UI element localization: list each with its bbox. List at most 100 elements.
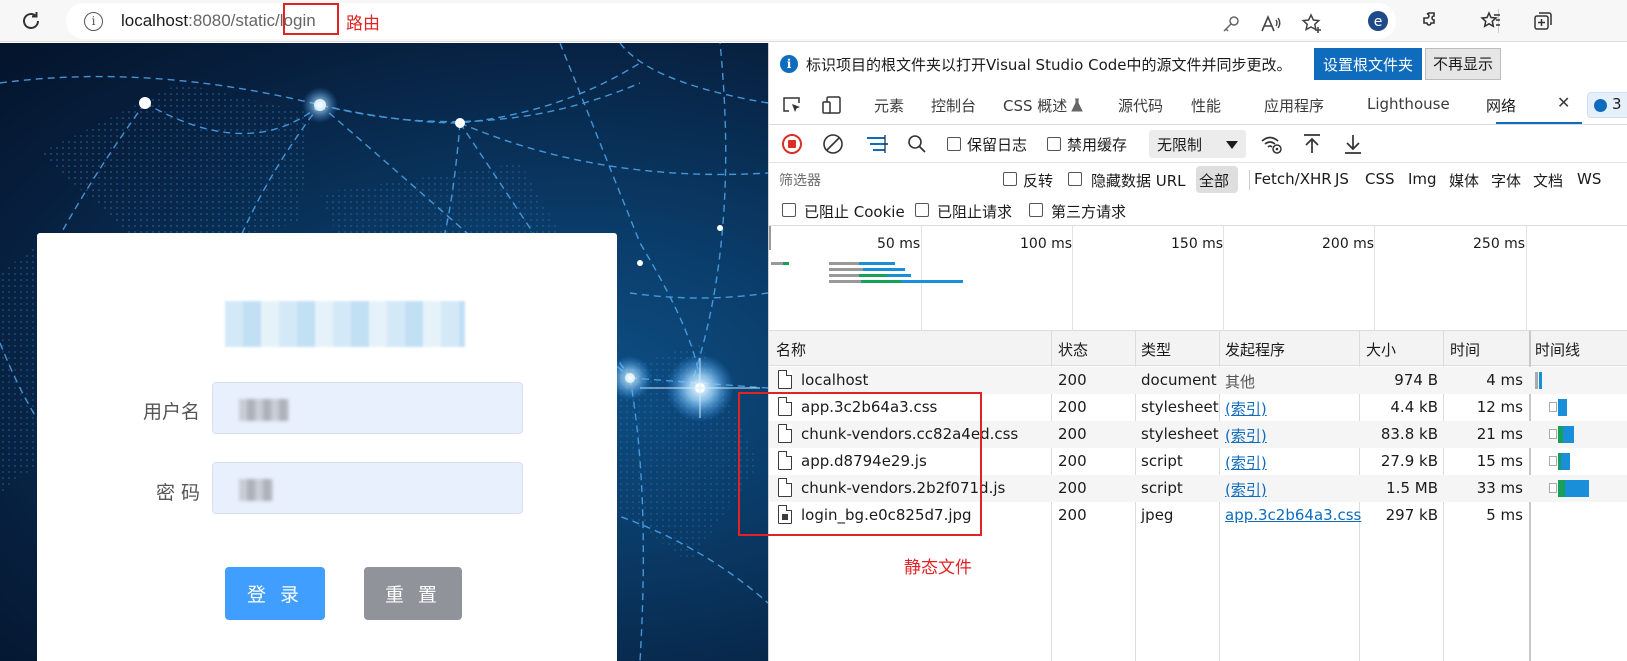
username-input[interactable] bbox=[212, 382, 523, 434]
site-info-icon[interactable]: i bbox=[84, 12, 103, 31]
browser-toolbar: i localhost:8080/static/login 路由 e bbox=[0, 0, 1627, 42]
column-status[interactable]: 状态 bbox=[1058, 339, 1088, 360]
column-waterfall[interactable]: 时间线 bbox=[1535, 339, 1580, 360]
login-card: 用户名 密 码 登 录 重 置 bbox=[37, 233, 617, 661]
globe-node bbox=[139, 97, 151, 109]
type-filter-ws[interactable]: WS bbox=[1577, 170, 1601, 188]
close-tab-icon[interactable]: ✕ bbox=[1557, 93, 1570, 112]
issues-badge[interactable]: 3 bbox=[1587, 92, 1627, 118]
devtools-tabbar: 元素 控制台 CSS 概述 源代码 性能 应用程序 Lighthouse 网络 … bbox=[769, 85, 1627, 125]
type-filter-fetch-xhr[interactable]: Fetch/XHR bbox=[1254, 170, 1332, 188]
filter-icon[interactable] bbox=[865, 133, 893, 155]
overview-tick: 200 ms bbox=[1322, 236, 1375, 252]
blurred-username-value bbox=[239, 399, 289, 421]
type-filter-js[interactable]: JS bbox=[1335, 170, 1349, 188]
type-filter-font[interactable]: 字体 bbox=[1491, 170, 1521, 191]
inspect-element-icon[interactable] bbox=[781, 94, 803, 116]
hide-data-urls-checkbox[interactable] bbox=[1068, 172, 1082, 186]
type-filter-css[interactable]: CSS bbox=[1365, 170, 1395, 188]
tab-elements[interactable]: 元素 bbox=[874, 95, 904, 116]
address-bar[interactable]: i localhost:8080/static/login bbox=[66, 3, 1396, 39]
export-har-icon[interactable] bbox=[1342, 132, 1364, 156]
tab-css-overview[interactable]: CSS 概述 bbox=[1003, 95, 1067, 116]
column-name[interactable]: 名称 bbox=[776, 339, 806, 360]
tab-performance[interactable]: 性能 bbox=[1191, 95, 1221, 116]
password-label: 密 码 bbox=[155, 482, 200, 504]
tab-console[interactable]: 控制台 bbox=[931, 95, 976, 116]
set-root-folder-button[interactable]: 设置根文件夹 bbox=[1314, 48, 1423, 80]
tab-sources[interactable]: 源代码 bbox=[1118, 95, 1163, 116]
globe-node bbox=[717, 225, 723, 231]
import-har-icon[interactable] bbox=[1301, 132, 1323, 156]
refresh-icon[interactable] bbox=[18, 8, 44, 34]
filter-bar: 筛选器 反转 隐藏数据 URL 全部 Fetch/XHR JS CSS Img … bbox=[769, 163, 1627, 196]
type-filter-media[interactable]: 媒体 bbox=[1449, 170, 1479, 191]
route-annotation: 路由 bbox=[346, 14, 380, 34]
filter-input[interactable]: 筛选器 bbox=[776, 167, 988, 191]
experiment-flask-icon bbox=[1071, 98, 1083, 112]
column-time[interactable]: 时间 bbox=[1450, 339, 1480, 360]
svg-text:e: e bbox=[1374, 14, 1383, 30]
throttling-select[interactable]: 无限制 bbox=[1149, 130, 1246, 158]
search-icon[interactable] bbox=[906, 133, 928, 155]
globe-node bbox=[455, 118, 465, 128]
overview-tick: 100 ms bbox=[1020, 236, 1073, 252]
type-filter-img[interactable]: Img bbox=[1408, 170, 1437, 188]
network-overview[interactable]: 50 ms 100 ms 150 ms 200 ms 250 ms bbox=[769, 226, 1627, 331]
dont-show-again-button[interactable]: 不再显示 bbox=[1425, 48, 1502, 80]
profile-extension-icon[interactable]: e bbox=[1365, 8, 1391, 34]
blocked-requests-label: 已阻止请求 bbox=[937, 203, 1013, 221]
info-icon: i bbox=[780, 55, 798, 73]
disable-cache-checkbox[interactable] bbox=[1047, 137, 1061, 151]
filter-separator bbox=[1249, 170, 1250, 190]
static-files-annotation: 静态文件 bbox=[904, 558, 972, 578]
blurred-password-value bbox=[239, 479, 273, 501]
read-aloud-icon[interactable] bbox=[1258, 11, 1284, 37]
username-label: 用户名 bbox=[142, 401, 200, 423]
clear-icon[interactable] bbox=[822, 133, 844, 155]
add-favorite-icon[interactable] bbox=[1299, 11, 1325, 37]
column-initiator[interactable]: 发起程序 bbox=[1225, 339, 1285, 360]
third-party-label: 第三方请求 bbox=[1051, 203, 1127, 221]
invert-checkbox[interactable] bbox=[1003, 172, 1017, 186]
static-files-highlight-box bbox=[738, 392, 982, 536]
infobar-message: 标识项目的根文件夹以打开Visual Studio Code中的源文件并同步更改… bbox=[806, 56, 1292, 74]
table-row[interactable]: localhost 200 document 其他 974 B 4 ms bbox=[769, 367, 1627, 394]
reset-button[interactable]: 重 置 bbox=[364, 567, 462, 620]
network-conditions-icon[interactable] bbox=[1260, 132, 1284, 156]
globe-node bbox=[637, 260, 643, 266]
favorites-icon[interactable] bbox=[1478, 8, 1504, 34]
invert-label: 反转 bbox=[1023, 172, 1054, 190]
device-toolbar-icon[interactable] bbox=[821, 94, 843, 116]
blocked-requests-checkbox[interactable] bbox=[915, 203, 929, 217]
hide-data-urls-label: 隐藏数据 URL bbox=[1091, 172, 1186, 190]
column-type[interactable]: 类型 bbox=[1141, 339, 1171, 360]
preserve-log-label: 保留日志 bbox=[967, 136, 1028, 154]
disable-cache-label: 禁用缓存 bbox=[1067, 136, 1128, 154]
column-size[interactable]: 大小 bbox=[1366, 339, 1396, 360]
overview-handle[interactable] bbox=[769, 226, 771, 250]
infobar: i 标识项目的根文件夹以打开Visual Studio Code中的源文件并同步… bbox=[769, 43, 1627, 85]
password-input[interactable] bbox=[212, 462, 523, 514]
login-button[interactable]: 登 录 bbox=[225, 567, 325, 620]
collections-icon[interactable] bbox=[1530, 8, 1556, 34]
blocked-cookies-checkbox[interactable] bbox=[782, 203, 796, 217]
tab-lighthouse[interactable]: Lighthouse bbox=[1367, 95, 1450, 113]
overview-tick: 150 ms bbox=[1171, 236, 1224, 252]
filter-bar-row-2: 已阻止 Cookie 已阻止请求 第三方请求 bbox=[769, 196, 1627, 226]
third-party-checkbox[interactable] bbox=[1029, 203, 1043, 217]
extensions-icon[interactable] bbox=[1419, 8, 1445, 34]
type-filter-all[interactable]: 全部 bbox=[1199, 170, 1229, 191]
active-tab-indicator bbox=[1496, 122, 1582, 124]
route-highlight-box bbox=[283, 3, 339, 35]
tab-network[interactable]: 网络 bbox=[1486, 95, 1516, 116]
record-stop-icon[interactable] bbox=[781, 133, 803, 155]
type-filter-doc[interactable]: 文档 bbox=[1533, 170, 1563, 191]
key-icon[interactable] bbox=[1218, 11, 1244, 37]
login-page: 用户名 密 码 登 录 重 置 bbox=[0, 43, 768, 661]
tab-application[interactable]: 应用程序 bbox=[1264, 95, 1324, 116]
preserve-log-checkbox[interactable] bbox=[947, 137, 961, 151]
network-toolbar: 保留日志 禁用缓存 无限制 bbox=[769, 125, 1627, 163]
overview-tick: 50 ms bbox=[877, 236, 921, 252]
chevron-down-icon bbox=[1226, 141, 1238, 149]
